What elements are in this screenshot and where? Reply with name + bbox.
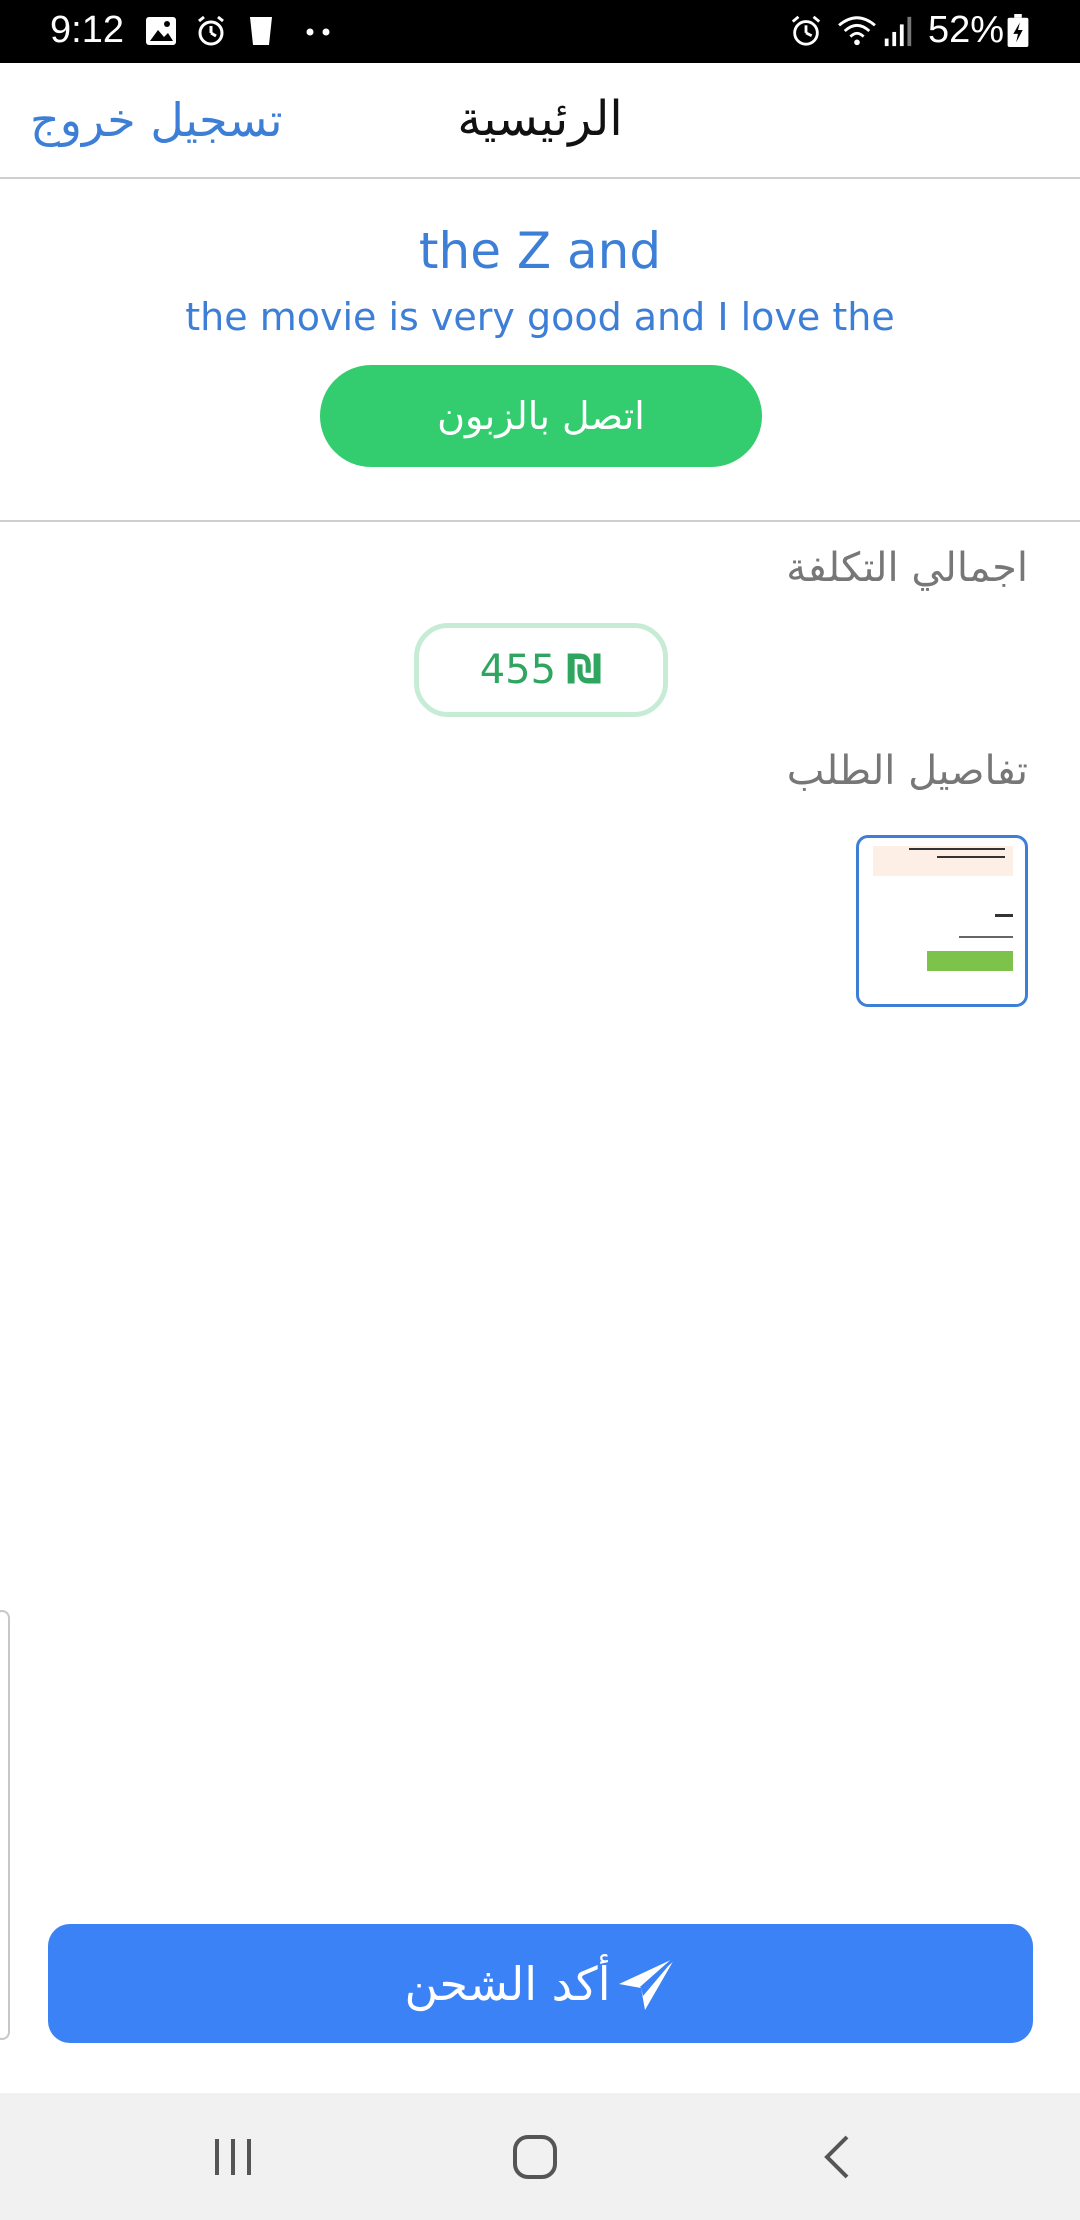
- more-dots-icon: [306, 28, 330, 36]
- home-button[interactable]: [500, 2129, 570, 2185]
- contact-customer-button[interactable]: اتصل بالزبون: [320, 365, 762, 467]
- signal-icon: [884, 16, 912, 47]
- confirm-shipping-label: أكد الشحن: [404, 1956, 611, 2011]
- alarm-icon: [791, 15, 821, 46]
- cost-amount: 455: [479, 647, 557, 693]
- battery-percentage: 52%: [928, 9, 1005, 51]
- divider: [0, 520, 1080, 522]
- recent-apps-icon: [215, 2139, 251, 2175]
- customer-description: the movie is very good and I love the: [185, 295, 895, 339]
- send-icon: [618, 1956, 676, 2010]
- thumbnail-header-band: [873, 846, 1013, 876]
- status-bar: 9:12 52%: [0, 0, 1080, 63]
- back-icon: [824, 2135, 849, 2179]
- thumbnail-text-line: [959, 936, 1013, 938]
- system-nav-bar: [0, 2093, 1080, 2220]
- contact-customer-label: اتصل بالزبون: [437, 394, 645, 438]
- cup-icon: [250, 17, 272, 45]
- home-icon: [513, 2135, 557, 2179]
- order-image-thumbnail[interactable]: [856, 835, 1028, 1007]
- confirm-shipping-button[interactable]: أكد الشحن: [48, 1924, 1033, 2043]
- total-cost-label: اجمالي التكلفة: [786, 545, 1028, 591]
- app-header: تسجيل خروج الرئيسية: [0, 63, 1080, 179]
- recent-apps-button[interactable]: [198, 2129, 268, 2185]
- order-details-label: تفاصيل الطلب: [786, 748, 1028, 794]
- gallery-icon: [146, 17, 176, 45]
- thumbnail-text-line: [995, 914, 1013, 917]
- wifi-icon: [838, 16, 876, 46]
- alarm-icon: [198, 15, 224, 46]
- thumbnail-text-line: [909, 848, 1005, 850]
- customer-name: the Z and: [418, 222, 662, 280]
- total-cost-value: 455 ₪: [414, 623, 668, 717]
- edge-panel-handle[interactable]: [0, 1610, 10, 2040]
- battery-icon: [1007, 14, 1029, 48]
- thumbnail-green-button: [927, 951, 1013, 971]
- back-button[interactable]: [802, 2129, 872, 2185]
- status-time: 9:12: [50, 9, 124, 51]
- currency-symbol: ₪: [566, 647, 603, 693]
- page-title: الرئيسية: [457, 91, 623, 147]
- thumbnail-text-line: [937, 856, 1005, 858]
